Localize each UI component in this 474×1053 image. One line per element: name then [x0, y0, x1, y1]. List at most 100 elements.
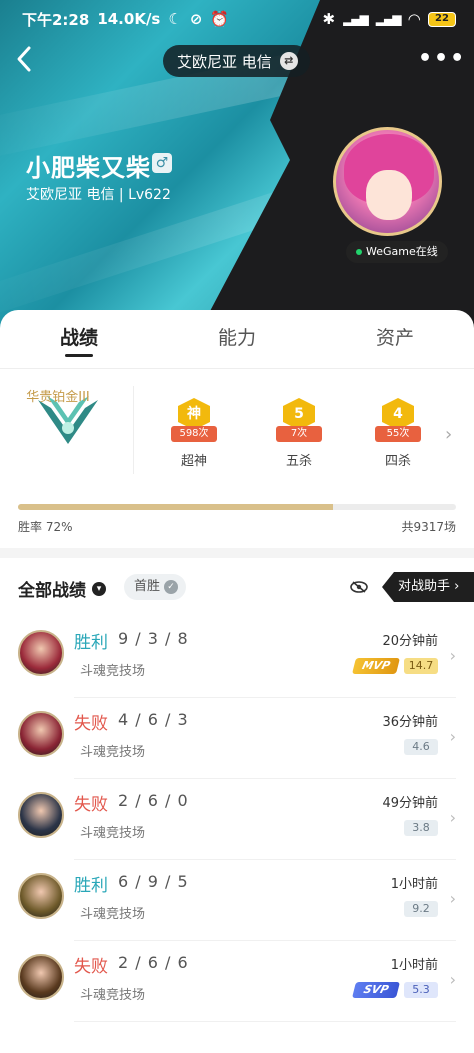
match-score: 14.7 — [404, 658, 438, 674]
match-result: 失败 — [74, 714, 108, 734]
check-icon: ✓ — [164, 580, 179, 594]
total-games: 共9317场 — [401, 520, 456, 534]
tab-record[interactable]: 战绩 — [0, 310, 158, 366]
rank-divider — [133, 386, 134, 474]
match-row[interactable]: 失败 4 / 6 / 3 斗魂竞技场 36分钟前 4.6 › — [0, 699, 474, 779]
server-switcher[interactable]: 艾欧尼亚 电信 ⇄ — [163, 45, 310, 77]
row-divider — [74, 940, 456, 941]
history-filter-dropdown[interactable]: 全部战绩 ▾ — [18, 576, 106, 601]
first-win-filter[interactable]: 首胜 ✓ — [124, 574, 187, 600]
match-score: 5.3 — [404, 982, 438, 998]
match-result: 胜利 — [74, 876, 108, 896]
row-divider — [74, 697, 456, 698]
honor-label: 五杀 — [285, 454, 312, 469]
first-win-label: 首胜 — [134, 579, 161, 594]
honor-pentakill[interactable]: 5 7次 五杀 — [269, 398, 329, 469]
match-mode: 斗魂竞技场 — [80, 988, 146, 1003]
match-mode: 斗魂竞技场 — [80, 907, 146, 922]
svp-badge: SVP — [352, 982, 400, 998]
match-kda: 2 / 6 / 6 — [118, 953, 189, 972]
server-name: 艾欧尼亚 电信 — [177, 52, 272, 71]
champion-avatar — [18, 792, 64, 838]
chevron-left-icon — [17, 46, 31, 72]
wifi-icon: ◠ — [408, 10, 420, 28]
male-gender-icon: ♂ — [152, 153, 172, 173]
match-kda: 2 / 6 / 0 — [118, 791, 189, 810]
match-row[interactable]: 失败 2 / 6 / 6 斗魂竞技场 1小时前 SVP 5.3 › — [0, 942, 474, 1022]
signal-icon: ▂▄▆ — [375, 12, 402, 26]
match-result: 失败 — [74, 795, 108, 815]
moon-icon: ☾ — [168, 10, 182, 28]
match-result: 胜利 — [74, 633, 108, 653]
chevron-down-icon: ▾ — [92, 581, 106, 596]
win-rate: 胜率 72% — [18, 520, 73, 534]
battery-icon: 22 — [428, 11, 456, 27]
history-title: 全部战绩 — [18, 581, 86, 601]
match-time: 20分钟前 — [382, 634, 438, 649]
row-divider — [74, 1021, 456, 1022]
status-time: 下午2:28 — [22, 10, 90, 29]
chevron-right-icon: › — [449, 889, 456, 908]
tab-divider — [0, 368, 474, 369]
honor-count: 55次 — [375, 426, 421, 442]
honor-count: 598次 — [171, 426, 217, 442]
swap-icon: ⇄ — [279, 52, 298, 70]
more-dots-icon: ••• — [418, 46, 467, 71]
match-score: 4.6 — [404, 739, 438, 755]
chevron-right-icon: › — [449, 727, 456, 746]
match-kda: 4 / 6 / 3 — [118, 710, 189, 729]
mvp-badge: MVP — [352, 658, 400, 674]
alarm-icon: ⏰ — [210, 10, 230, 28]
row-divider — [74, 778, 456, 779]
match-kda: 6 / 9 / 5 — [118, 872, 189, 891]
section-divider — [0, 548, 474, 558]
bluetooth-icon: ✱ — [322, 10, 336, 28]
avatar-face — [366, 170, 412, 220]
network-speed: 14.0K/s — [97, 10, 161, 28]
more-button[interactable]: ••• — [418, 45, 464, 75]
match-time: 1小时前 — [390, 877, 438, 892]
match-time: 49分钟前 — [382, 796, 438, 811]
match-time: 36分钟前 — [382, 715, 438, 730]
match-result: 失败 — [74, 957, 108, 977]
match-mode: 斗魂竞技场 — [80, 664, 146, 679]
tab-ability[interactable]: 能力 — [158, 310, 316, 366]
match-score: 9.2 — [404, 901, 438, 917]
champion-avatar — [18, 873, 64, 919]
rank-panel[interactable] — [20, 392, 116, 488]
profile-card: 战绩 能力 资产 华贵铂金III 神 598次 超神 5 7次 五杀 4 55次… — [0, 310, 474, 1053]
chevron-right-icon: › — [449, 970, 456, 989]
champion-avatar — [18, 630, 64, 676]
chevron-right-icon: › — [449, 646, 456, 665]
match-kda: 9 / 3 / 8 — [118, 629, 189, 648]
rank-name: 华贵铂金III — [26, 390, 90, 405]
signal-icon: ▂▄▆ — [343, 12, 369, 26]
honor-godlike[interactable]: 神 598次 超神 — [164, 398, 224, 469]
mute-icon: ⊘ — [189, 10, 203, 28]
tab-assets[interactable]: 资产 — [316, 310, 474, 366]
chevron-right-icon: › — [449, 808, 456, 827]
chevron-right-icon[interactable]: › — [445, 424, 452, 445]
status-bar: 下午2:28 14.0K/s ☾ ⊘ ⏰ ✱ ▂▄▆ ▂▄▆ ◠ 22 — [0, 0, 474, 38]
match-row[interactable]: 胜利 9 / 3 / 8 斗魂竞技场 20分钟前 MVP 14.7 › — [0, 618, 474, 698]
win-rate-bar — [18, 504, 456, 510]
match-row[interactable]: 失败 2 / 6 / 0 斗魂竞技场 49分钟前 3.8 › — [0, 780, 474, 860]
win-rate-bar-fill — [18, 504, 334, 510]
online-dot-icon — [356, 249, 362, 255]
match-mode: 斗魂竞技场 — [80, 745, 146, 760]
match-mode: 斗魂竞技场 — [80, 826, 146, 841]
back-button[interactable] — [14, 44, 46, 76]
avatar[interactable] — [333, 127, 442, 236]
champion-avatar — [18, 711, 64, 757]
row-divider — [74, 859, 456, 860]
honor-count: 7次 — [276, 426, 322, 442]
online-status-text: WeGame在线 — [366, 245, 438, 258]
match-row[interactable]: 胜利 6 / 9 / 5 斗魂竞技场 1小时前 9.2 › — [0, 861, 474, 941]
honor-label: 超神 — [180, 454, 207, 469]
battle-assistant-button[interactable]: 对战助手 › — [382, 572, 474, 602]
honor-quadrakill[interactable]: 4 55次 四杀 — [368, 398, 428, 469]
eye-hidden-icon[interactable] — [350, 580, 368, 594]
player-name: 小肥柴又柴 — [26, 154, 151, 182]
player-server-level: 艾欧尼亚 电信 | Lv622 — [26, 187, 171, 203]
online-status-badge: WeGame在线 — [346, 241, 448, 263]
